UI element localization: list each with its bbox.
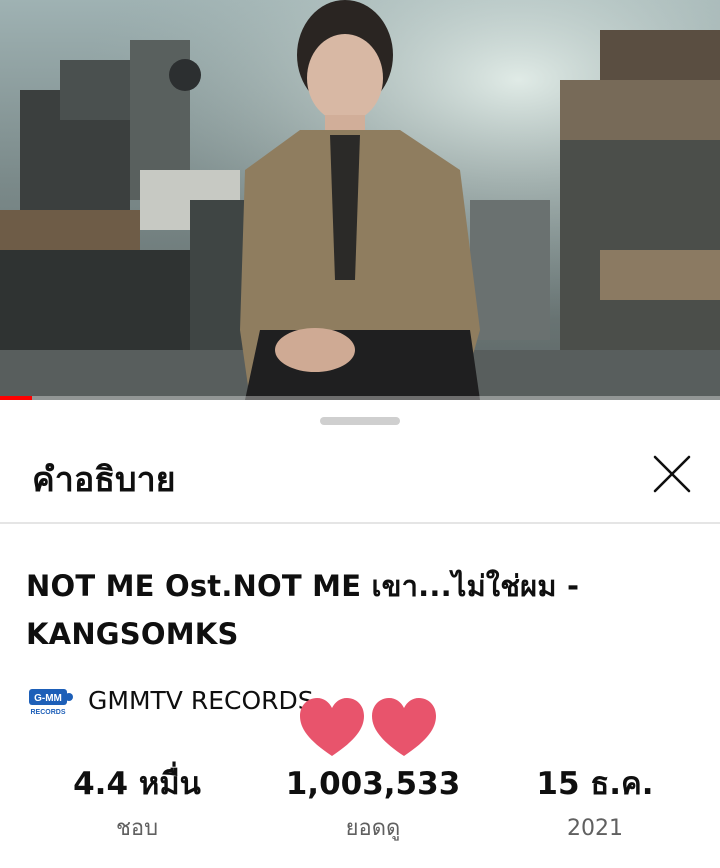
close-button[interactable] xyxy=(648,450,696,498)
stat-date: 15 ธ.ค. 2021 xyxy=(520,764,670,844)
video-frame xyxy=(0,0,720,400)
upload-date: 15 ธ.ค. xyxy=(536,766,654,802)
channel-logo-subtext: RECORDS xyxy=(30,709,65,716)
video-title: NOT ME Ost.NOT ME เขา...ไม่ใช่ผม - KANGS… xyxy=(26,569,580,651)
description-sheet: คำอธิบาย NOT ME Ost.NOT ME เขา...ไม่ใช่ผ… xyxy=(0,400,720,868)
sheet-title: คำอธิบาย xyxy=(32,460,176,500)
channel-name: GMMTV RECORDS xyxy=(88,686,314,715)
upload-year: 2021 xyxy=(567,816,623,841)
header-divider xyxy=(0,522,720,524)
likes-label: ชอบ xyxy=(115,816,159,841)
heart-icon xyxy=(300,698,364,756)
video-player[interactable] xyxy=(0,0,720,400)
drag-handle[interactable] xyxy=(320,417,400,425)
likes-count: 4.4 หมื่น xyxy=(73,766,201,802)
close-icon xyxy=(653,455,691,493)
views-label: ยอดดู xyxy=(345,816,401,841)
stat-views: 1,003,533 ยอดดู xyxy=(278,764,468,844)
heart-icon xyxy=(372,698,436,756)
channel-logo: G-MM RECORDS xyxy=(29,689,73,716)
hearts-sticker xyxy=(300,698,436,756)
views-count: 1,003,533 xyxy=(285,766,461,802)
channel-logo-text: G-MM xyxy=(34,693,62,704)
stat-likes: 4.4 หมื่น ชอบ xyxy=(52,764,222,844)
